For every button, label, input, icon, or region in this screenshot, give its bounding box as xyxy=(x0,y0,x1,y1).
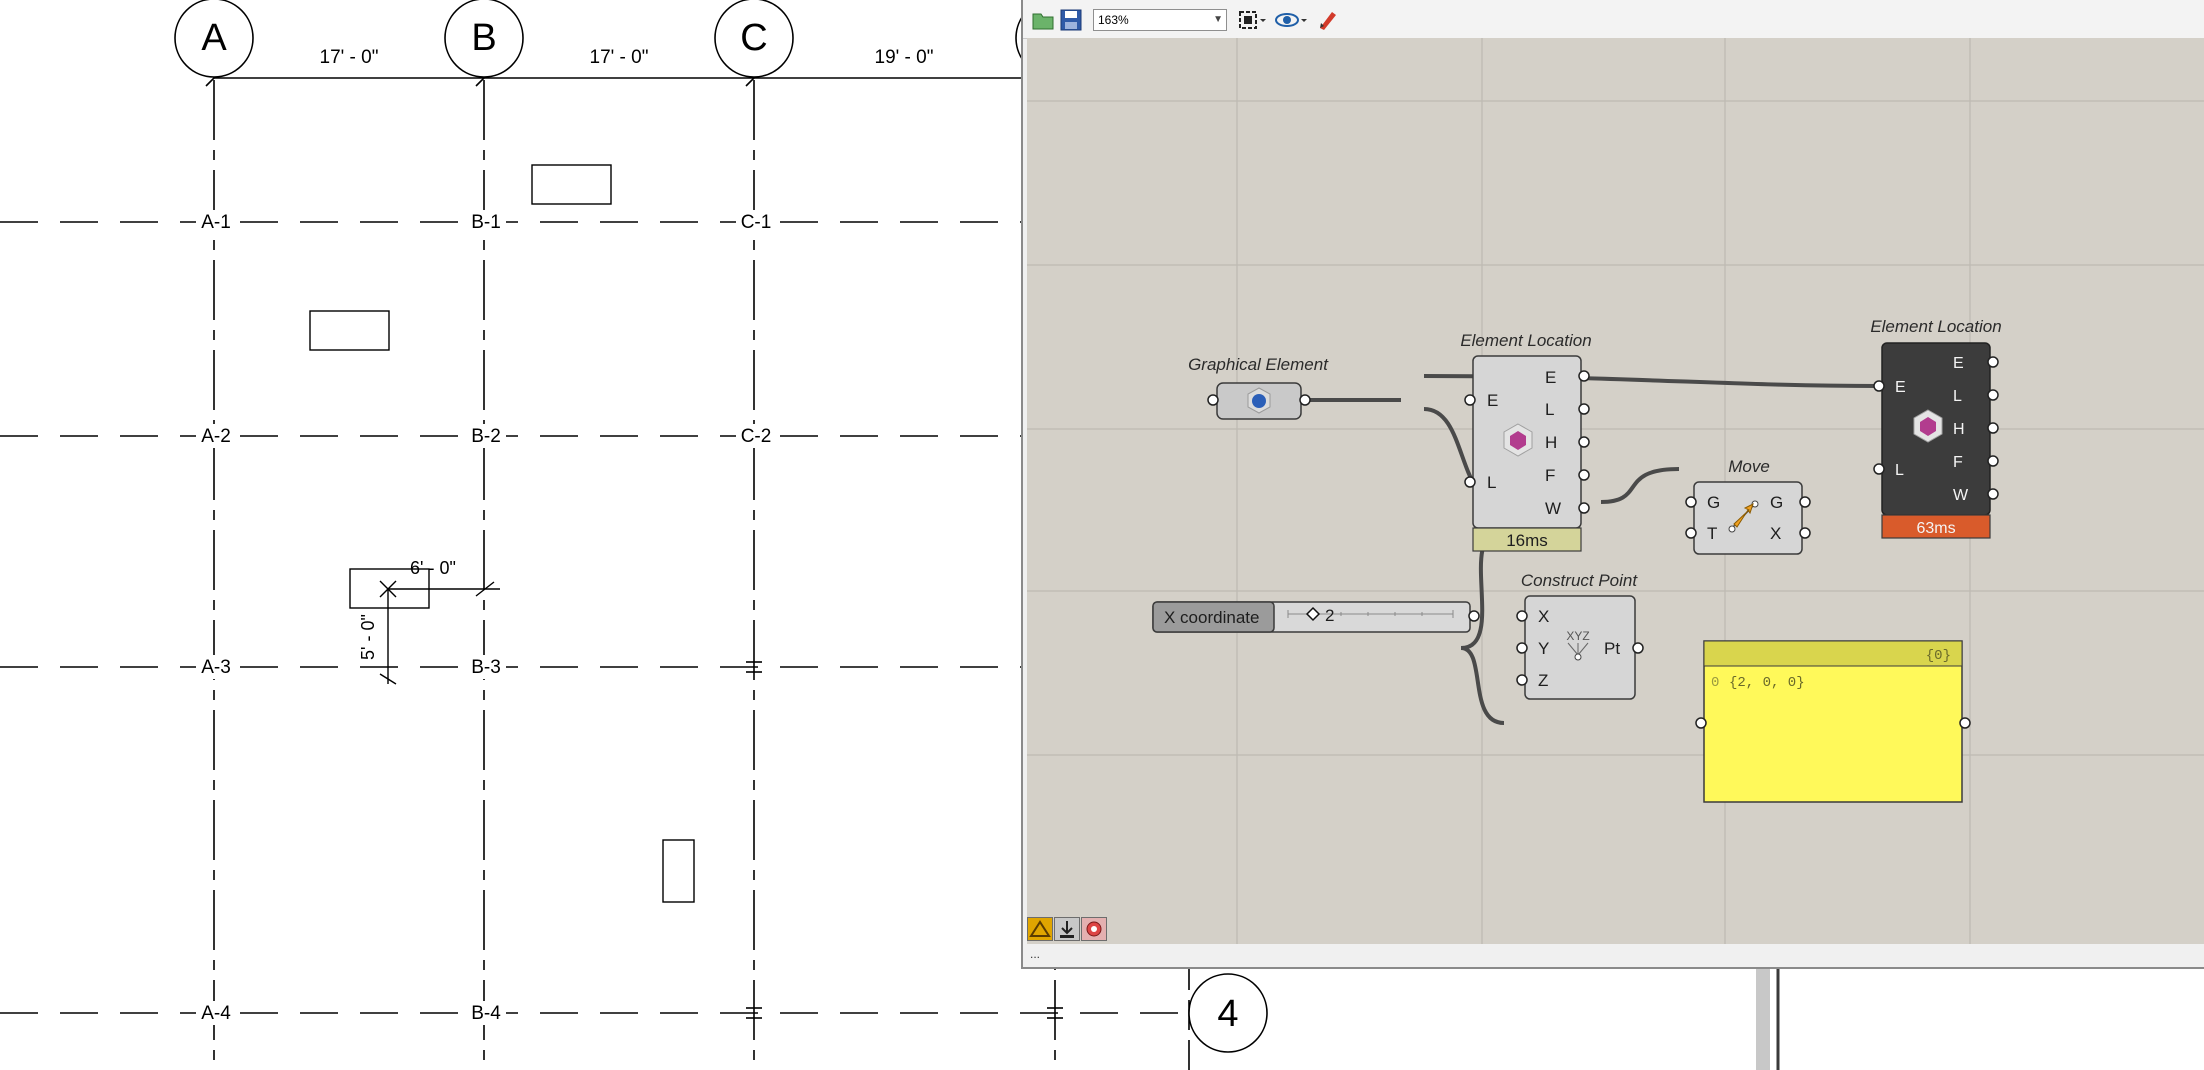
element-location-component-2[interactable]: Element Location E L E L H F W 63ms xyxy=(1870,317,2002,539)
dimension-text: 17' - 0" xyxy=(590,47,649,68)
timing-text: 16ms xyxy=(1506,531,1548,550)
slider-value: 2 xyxy=(1325,606,1334,625)
grid-bubble-label-a: A xyxy=(201,17,227,59)
graphical-element-label: Graphical Element xyxy=(1188,355,1329,374)
grid-intersection-label: A-3 xyxy=(201,657,231,678)
zoom-extents-icon[interactable] xyxy=(1237,8,1266,32)
element-location-label: Element Location xyxy=(1870,317,2001,336)
rhino-icon[interactable] xyxy=(1081,917,1107,941)
output-port-e[interactable]: E xyxy=(1953,355,1964,372)
output-port-h[interactable]: H xyxy=(1545,433,1557,452)
download-icon[interactable] xyxy=(1054,917,1080,941)
folder-open-icon[interactable] xyxy=(1031,8,1055,32)
status-text: ... xyxy=(1030,947,1041,961)
graphical-element-component[interactable]: Graphical Element xyxy=(1188,355,1329,420)
chevron-down-icon: ▼ xyxy=(1213,14,1223,25)
dimension-text: 19' - 0" xyxy=(875,47,934,68)
grid-intersection-label: C-1 xyxy=(741,212,772,233)
slider-name: X coordinate xyxy=(1164,608,1259,627)
canvas-grid xyxy=(1027,38,2204,944)
plan-element[interactable] xyxy=(662,839,695,903)
xyz-icon-text: XYZ xyxy=(1566,629,1589,643)
construct-point-component[interactable]: Construct Point X Y Z Pt XYZ xyxy=(1516,571,1644,700)
panel-path: {0} xyxy=(1926,648,1951,664)
pencil-icon[interactable] xyxy=(1316,8,1340,32)
grid-intersection-label: B-4 xyxy=(471,1003,501,1024)
input-port-y[interactable]: Y xyxy=(1538,639,1549,658)
output-port-pt[interactable]: Pt xyxy=(1604,639,1620,658)
grid-intersection-label: A-1 xyxy=(201,212,231,233)
output-port-w[interactable]: W xyxy=(1545,499,1561,518)
output-port-h[interactable]: H xyxy=(1953,421,1965,438)
output-port-l[interactable]: L xyxy=(1545,400,1554,419)
graphical-element-icon xyxy=(1247,387,1271,414)
grasshopper-icon[interactable] xyxy=(1027,917,1053,941)
grasshopper-toolbar: 163% ▼ xyxy=(1023,0,2204,39)
zoom-select[interactable]: 163% ▼ xyxy=(1093,9,1227,31)
output-port-l[interactable]: L xyxy=(1953,388,1962,405)
output-port-f[interactable]: F xyxy=(1953,454,1963,471)
input-port-z[interactable]: Z xyxy=(1538,671,1548,690)
input-port-l[interactable]: L xyxy=(1487,473,1496,492)
grid-intersection-label: B-1 xyxy=(471,212,501,233)
input-port-l[interactable]: L xyxy=(1895,462,1904,479)
input-port-e[interactable]: E xyxy=(1895,379,1906,396)
grid-bubble-label-4: 4 xyxy=(1217,993,1238,1035)
grid-bubble-label-b: B xyxy=(471,17,496,59)
grid-intersection-label: C-2 xyxy=(741,426,772,447)
panel-index: 0 xyxy=(1711,675,1719,691)
dimension-horizontal: 6' - 0" xyxy=(410,558,456,578)
element-location-label: Element Location xyxy=(1460,331,1591,350)
move-component[interactable]: Move G T G X xyxy=(1685,457,1811,555)
input-port-g[interactable]: G xyxy=(1707,493,1720,512)
grid-lines xyxy=(0,80,1190,1070)
input-port-e[interactable]: E xyxy=(1487,391,1498,410)
grid-intersection-label: A-4 xyxy=(201,1003,231,1024)
output-port-w[interactable]: W xyxy=(1953,487,1969,504)
grid-bubble-label-c: C xyxy=(740,17,767,59)
dimension-vertical: 5' - 0" xyxy=(358,614,378,660)
plan-element[interactable] xyxy=(309,310,390,351)
output-panel[interactable]: {0} 0 {2, 0, 0} xyxy=(1695,640,1971,803)
grid-intersection-label: B-2 xyxy=(471,426,501,447)
input-port-x[interactable]: X xyxy=(1538,607,1549,626)
grasshopper-canvas[interactable]: Graphical Element Element Location E L E… xyxy=(1027,38,2204,944)
zoom-value: 163% xyxy=(1098,13,1129,27)
move-label: Move xyxy=(1728,457,1770,476)
plan-element[interactable] xyxy=(531,164,612,205)
panel-value: {2, 0, 0} xyxy=(1729,675,1805,691)
grasshopper-window[interactable]: 163% ▼ Graphical Element Element Locatio… xyxy=(1021,0,2204,969)
grid-intersection-label: A-2 xyxy=(201,426,231,447)
timing-text: 63ms xyxy=(1916,520,1955,537)
input-port-t[interactable]: T xyxy=(1707,524,1717,543)
output-port-g[interactable]: G xyxy=(1770,493,1783,512)
dimension-text: 17' - 0" xyxy=(320,47,379,68)
eye-icon[interactable] xyxy=(1275,8,1307,32)
element-location-component-1[interactable]: Element Location E L E L H F W 16ms xyxy=(1460,331,1592,552)
status-bar: ... xyxy=(1023,944,2204,967)
output-port-x[interactable]: X xyxy=(1770,524,1781,543)
output-port-e[interactable]: E xyxy=(1545,368,1556,387)
construct-point-label: Construct Point xyxy=(1521,571,1638,590)
output-port-f[interactable]: F xyxy=(1545,466,1555,485)
grid-intersection-label: B-3 xyxy=(471,657,501,678)
x-coordinate-slider[interactable]: X coordinate 2 xyxy=(1152,601,1480,633)
save-icon[interactable] xyxy=(1059,8,1083,32)
